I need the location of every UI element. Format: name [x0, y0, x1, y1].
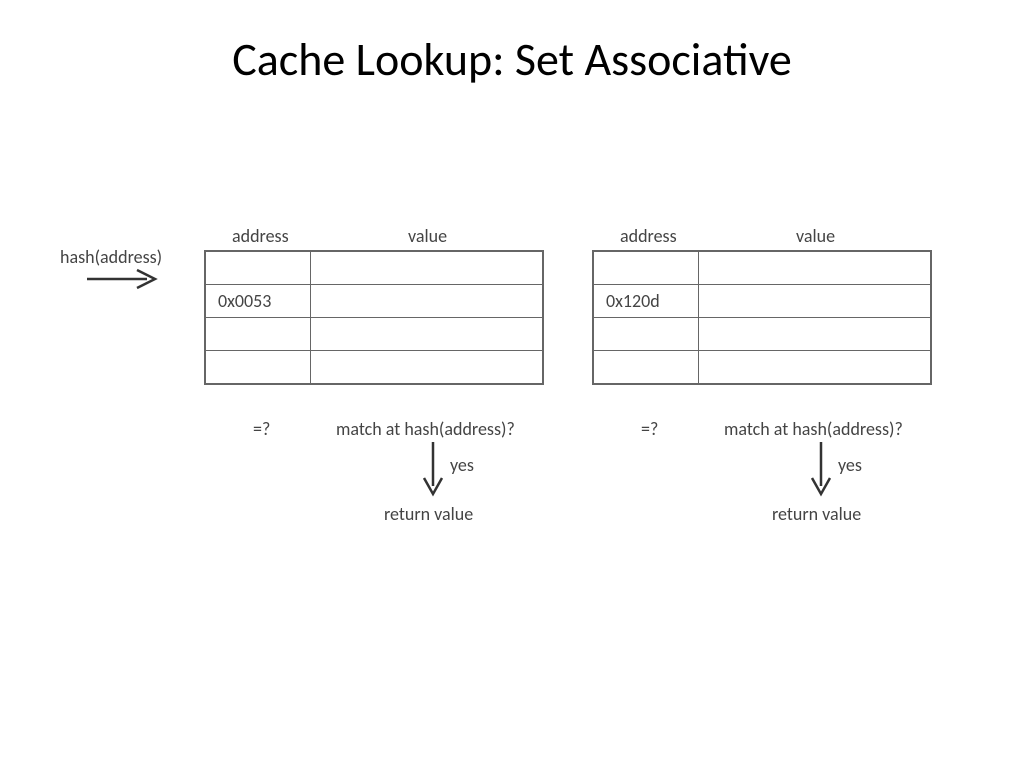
table1-header-value: value	[408, 225, 447, 247]
eq-label-1: =?	[253, 418, 270, 440]
return-label-1: return value	[384, 503, 473, 525]
cell-value	[698, 351, 931, 385]
down-arrow-1-icon	[421, 440, 445, 504]
table-row	[205, 351, 543, 385]
cell-value	[310, 285, 543, 318]
table-row	[205, 251, 543, 285]
table-row: 0x120d	[593, 285, 931, 318]
return-label-2: return value	[772, 503, 861, 525]
cell-value	[310, 318, 543, 351]
table-row	[593, 318, 931, 351]
match-label-1: match at hash(address)?	[336, 418, 515, 440]
cell-value	[698, 251, 931, 285]
cell-address	[205, 318, 310, 351]
cell-address: 0x0053	[205, 285, 310, 318]
cell-address	[593, 318, 698, 351]
cache-table-1: 0x0053	[204, 250, 544, 385]
cell-value	[698, 285, 931, 318]
table-row: 0x0053	[205, 285, 543, 318]
cell-value	[310, 351, 543, 385]
cell-address	[205, 351, 310, 385]
cell-address	[593, 351, 698, 385]
table-row	[593, 351, 931, 385]
table-row	[593, 251, 931, 285]
cell-address	[205, 251, 310, 285]
table2-header-address: address	[620, 225, 677, 247]
match-label-2: match at hash(address)?	[724, 418, 903, 440]
slide-title: Cache Lookup: Set Associative	[0, 32, 1024, 88]
cell-value	[698, 318, 931, 351]
cache-table-2: 0x120d	[592, 250, 932, 385]
cell-value	[310, 251, 543, 285]
yes-label-1: yes	[450, 454, 474, 476]
yes-label-2: yes	[838, 454, 862, 476]
cell-address	[593, 251, 698, 285]
hash-arrow-icon	[85, 267, 165, 291]
eq-label-2: =?	[641, 418, 658, 440]
hash-label: hash(address)	[60, 246, 162, 268]
down-arrow-2-icon	[809, 440, 833, 504]
table-row	[205, 318, 543, 351]
cell-address: 0x120d	[593, 285, 698, 318]
table2-header-value: value	[796, 225, 835, 247]
table1-header-address: address	[232, 225, 289, 247]
